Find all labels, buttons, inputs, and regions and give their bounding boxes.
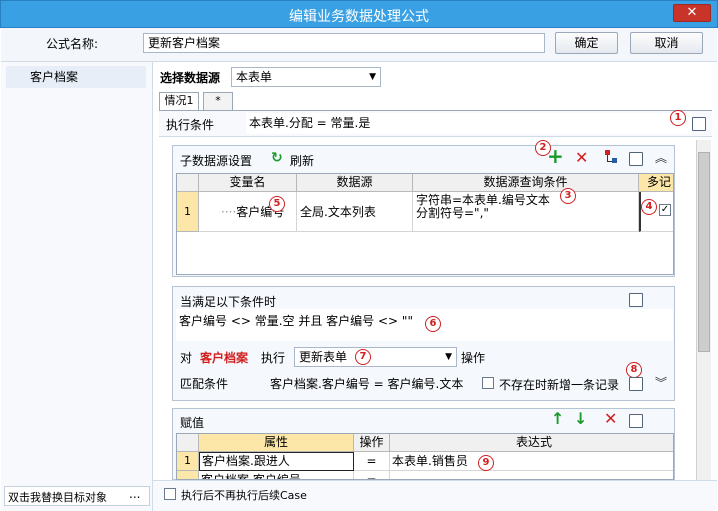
execution-condition-input[interactable]: 本表单.分配 = 常量.是 <box>246 113 692 134</box>
chevron-down-icon: ▼ <box>369 72 376 82</box>
table-cell-property[interactable]: 客户档案.跟进人 <box>199 452 354 471</box>
no-continue-checkbox[interactable] <box>164 488 176 500</box>
tab-case-1[interactable]: 情况1 <box>159 92 199 110</box>
window-title: 编辑业务数据处理公式 <box>289 9 429 25</box>
delete-icon[interactable]: ✕ <box>604 411 617 427</box>
vertical-scrollbar[interactable] <box>696 140 711 480</box>
refresh-icon[interactable]: ↻ <box>271 150 283 166</box>
column-header-multi: 多记 <box>639 174 673 192</box>
datasource-select[interactable]: 本表单 ▼ <box>231 67 381 87</box>
chevron-down-icon: ▼ <box>445 352 452 362</box>
datasource-label: 选择数据源 <box>160 71 221 85</box>
expand-icon[interactable]: ︾ <box>655 375 667 391</box>
add-if-not-exist-checkbox[interactable] <box>482 377 494 389</box>
assign-title: 赋值 <box>180 416 205 430</box>
table-cell-datasource[interactable]: 全局.文本列表 <box>297 192 413 232</box>
query-line-2: 分割符号="," <box>416 206 489 220</box>
grid-corner <box>177 174 199 192</box>
marker-8: 8 <box>626 362 642 378</box>
marker-7: 7 <box>355 349 371 365</box>
when-title: 当满足以下条件时 <box>180 295 277 309</box>
replace-target-hint: 双击我替换目标对象 <box>8 491 107 504</box>
table-cell-expression[interactable]: 本表单.销售员 <box>390 452 673 471</box>
action-select[interactable]: 更新表单 ▼ <box>294 347 457 367</box>
sub-datasource-grid: 变量名 数据源 数据源查询条件 多记 1 ····客户编号 全局.文本列表 字符… <box>176 173 674 275</box>
row-number: 1 <box>177 192 199 232</box>
column-header-expression: 表达式 <box>390 434 673 452</box>
cancel-button[interactable]: 取消 <box>630 32 703 54</box>
column-header-query: 数据源查询条件 <box>413 174 639 192</box>
table-cell-operation[interactable]: = <box>354 471 390 479</box>
sidebar-item-customer-file[interactable]: 客户档案 <box>6 66 146 88</box>
action-value: 更新表单 <box>299 350 348 364</box>
marker-3: 3 <box>560 188 576 204</box>
refresh-button[interactable]: 刷新 <box>290 152 314 169</box>
edit-icon[interactable] <box>629 377 643 391</box>
formula-name-label: 公式名称: <box>46 37 99 51</box>
sub-datasource-title: 子数据源设置 <box>180 154 253 168</box>
table-cell-expression[interactable] <box>390 471 673 479</box>
match-expression[interactable]: 客户档案.客户编号 = 客户编号.文本 <box>270 375 463 392</box>
tree-icon[interactable] <box>605 150 617 164</box>
edit-icon[interactable] <box>629 414 643 428</box>
no-continue-label: 执行后不再执行后续Case <box>181 489 307 502</box>
more-button[interactable]: ... <box>129 487 140 501</box>
close-button[interactable]: ✕ <box>673 4 711 22</box>
target-object: 客户档案 <box>200 351 249 365</box>
column-header-variable: 变量名 <box>199 174 297 192</box>
row-number: 1 <box>177 452 199 471</box>
edit-icon[interactable] <box>629 152 643 166</box>
formula-name-input[interactable]: 更新客户档案 <box>143 33 545 53</box>
when-expression: 客户编号 <> 常量.空 并且 客户编号 <> "" <box>179 314 413 328</box>
match-label: 匹配条件 <box>180 377 229 391</box>
edit-icon[interactable] <box>692 117 706 131</box>
execution-condition-label: 执行条件 <box>166 118 215 132</box>
table-cell-property[interactable]: 客户档案.客户编号 <box>199 471 354 479</box>
column-header-datasource: 数据源 <box>297 174 413 192</box>
move-down-icon[interactable]: ↓ <box>574 411 587 427</box>
move-up-icon[interactable]: ↑ <box>551 411 564 427</box>
column-header-property: 属性 <box>199 434 354 452</box>
marker-5: 5 <box>269 196 285 212</box>
marker-6: 6 <box>425 316 441 332</box>
exec-label: 执行 <box>261 351 286 365</box>
row-number <box>177 471 199 479</box>
scroll-thumb[interactable] <box>698 152 710 352</box>
datasource-value: 本表单 <box>236 70 273 84</box>
target-object-pane <box>1 62 153 511</box>
grid-corner <box>177 434 199 452</box>
add-icon[interactable]: + <box>547 146 564 166</box>
title-bar: 编辑业务数据处理公式 ✕ <box>0 0 718 28</box>
marker-1: 1 <box>670 110 686 126</box>
column-header-operation: 操作 <box>354 434 390 452</box>
table-cell-query[interactable]: 字符串=本表单.编号文本 分割符号="," <box>413 192 639 232</box>
multi-record-checkbox[interactable]: ✓ <box>659 204 671 216</box>
marker-4: 4 <box>641 199 657 215</box>
delete-icon[interactable]: ✕ <box>575 150 588 166</box>
assign-grid: 属性 操作 表达式 1 客户档案.跟进人 = 本表单.销售员 客户档案.客户编号… <box>176 433 674 480</box>
replace-target-box[interactable]: 双击我替换目标对象 ... <box>4 486 150 506</box>
table-cell-operation[interactable]: = <box>354 452 390 471</box>
ok-button[interactable]: 确定 <box>555 32 618 54</box>
tab-new[interactable]: * <box>203 92 233 110</box>
operation-label: 操作 <box>461 351 486 365</box>
marker-9: 9 <box>478 455 494 471</box>
to-label: 对 <box>180 351 193 365</box>
collapse-icon[interactable]: ︽ <box>655 150 667 166</box>
edit-icon[interactable] <box>629 293 643 307</box>
add-if-not-exist-label: 不存在时新增一条记录 <box>499 378 620 392</box>
